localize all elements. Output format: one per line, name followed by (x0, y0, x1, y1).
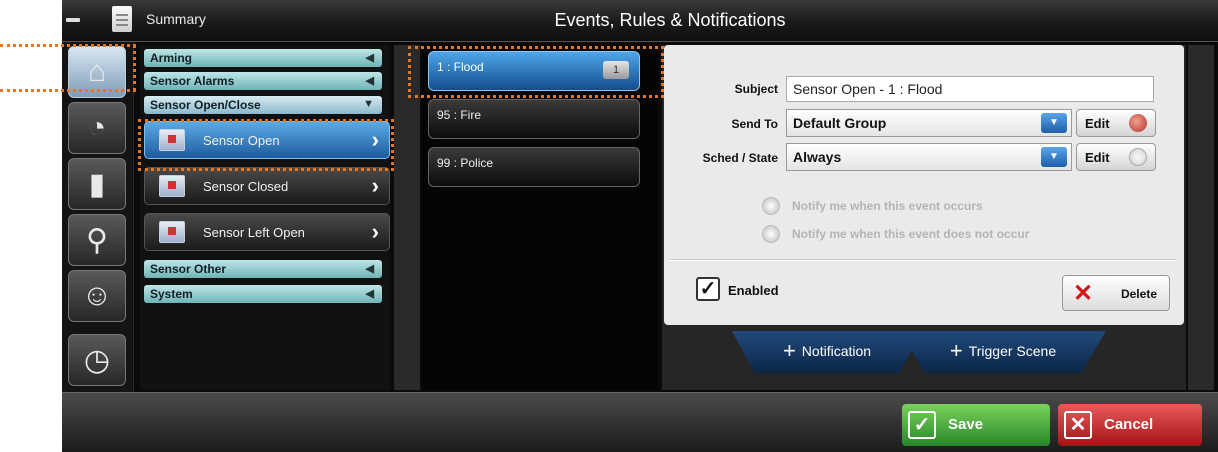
subject-field[interactable]: Sensor Open - 1 : Flood (786, 76, 1154, 102)
detail-scrollbar[interactable] (1188, 45, 1214, 390)
user-tools-icon[interactable]: ☺ (68, 270, 126, 322)
enabled-checkbox[interactable]: ✓ (696, 277, 720, 301)
subitem-sensor-left-open[interactable]: Sensor Left Open › (144, 213, 390, 251)
edit-label: Edit (1085, 116, 1110, 131)
chevron-right-icon: › (371, 173, 379, 198)
category-label: Sensor Other (150, 262, 227, 276)
edit-send-to-button[interactable]: Edit (1076, 109, 1156, 137)
divider (670, 259, 1176, 261)
category-label: Sensor Alarms (150, 74, 235, 88)
sched-state-label: Sched / State (702, 151, 778, 165)
delete-x-icon: ✕ (1073, 280, 1094, 307)
sensor-closed-icon (159, 175, 185, 197)
dropdown-arrow-icon[interactable]: ▼ (1041, 147, 1067, 167)
collapse-arrow-icon: ◀ (365, 52, 374, 64)
dropdown-arrow-icon[interactable]: ▼ (1041, 113, 1067, 133)
enabled-label: Enabled (728, 283, 779, 298)
category-sensor-other[interactable]: Sensor Other ◀ (144, 260, 382, 278)
send-to-label: Send To (731, 117, 778, 131)
category-label: Arming (150, 51, 192, 65)
close-icon: ✕ (1064, 411, 1092, 439)
expand-arrow-icon: ▼ (363, 98, 374, 110)
event-item-fire[interactable]: 95 : Fire (428, 99, 640, 139)
subitem-label: Sensor Left Open (203, 225, 305, 240)
category-sensor-alarms[interactable]: Sensor Alarms ◀ (144, 72, 382, 90)
page-title: Events, Rules & Notifications (554, 10, 786, 30)
delete-button[interactable]: ✕ Delete (1062, 275, 1170, 311)
sched-state-value: Always (793, 149, 842, 165)
light-switch-icon[interactable]: ▮ (68, 158, 126, 210)
radio-icon (762, 225, 780, 243)
category-sensor-open-close[interactable]: Sensor Open/Close ▼ (144, 96, 382, 114)
highlight-flood-event (408, 46, 664, 98)
edit-sched-button[interactable]: Edit (1076, 143, 1156, 171)
sched-state-select[interactable]: Always ▼ (786, 143, 1072, 171)
event-label: 95 : Fire (437, 108, 482, 122)
category-label: Sensor Open/Close (150, 98, 261, 112)
send-to-value: Default Group (793, 115, 887, 131)
plus-icon: + (949, 338, 963, 363)
tab-label: Notification (801, 343, 872, 359)
category-arming[interactable]: Arming ◀ (144, 49, 382, 67)
event-item-police[interactable]: 99 : Police (428, 147, 640, 187)
subitem-sensor-closed[interactable]: Sensor Closed › (144, 167, 390, 205)
radio-label: Notify me when this event occurs (792, 199, 983, 213)
rule-detail-form: Subject Sensor Open - 1 : Flood Send To … (664, 45, 1184, 325)
nav-icon-bar: ⌂ ◔ ▮ ⚲ ☺ ◷ (62, 42, 134, 392)
check-icon: ✓ (908, 411, 936, 439)
subitem-label: Sensor Closed (203, 179, 289, 194)
tab-notification[interactable]: + Notification (732, 331, 922, 373)
collapse-arrow-icon: ◀ (365, 288, 374, 300)
plus-icon: + (782, 338, 796, 363)
category-system[interactable]: System ◀ (144, 285, 382, 303)
camera-icon[interactable]: ◔ (68, 102, 126, 154)
cancel-label: Cancel (1104, 416, 1154, 433)
detail-area: Subject Sensor Open - 1 : Flood Send To … (662, 45, 1186, 390)
chevron-right-icon: › (371, 219, 379, 244)
highlight-sensor-open (138, 119, 394, 171)
bottom-bar: ✓ Save ✕ Cancel (62, 392, 1218, 452)
group-icon (1129, 114, 1147, 132)
category-label: System (150, 287, 193, 301)
delete-label: Delete (1120, 287, 1157, 301)
radio-icon (762, 197, 780, 215)
radio-label: Notify me when this event does not occur (792, 227, 1030, 241)
stopwatch-icon[interactable]: ◷ (68, 334, 126, 386)
sensor-left-open-icon (159, 221, 185, 243)
category-panel: Arming ◀ Sensor Alarms ◀ Sensor Open/Clo… (140, 45, 390, 390)
title-bar: Summary Events, Rules & Notifications (62, 0, 1218, 42)
collapse-arrow-icon: ◀ (365, 75, 374, 87)
event-label: 99 : Police (437, 156, 494, 170)
collapse-arrow-icon: ◀ (365, 263, 374, 275)
highlight-nav-home (0, 44, 136, 92)
tab-trigger-scene[interactable]: + Trigger Scene (900, 331, 1106, 373)
cancel-button[interactable]: ✕ Cancel (1058, 404, 1202, 446)
save-button[interactable]: ✓ Save (902, 404, 1050, 446)
map-pin-icon[interactable]: ⚲ (68, 214, 126, 266)
edit-label: Edit (1085, 150, 1110, 165)
send-to-select[interactable]: Default Group ▼ (786, 109, 1072, 137)
save-label: Save (948, 416, 984, 433)
clock-icon (1129, 148, 1147, 166)
tab-label: Trigger Scene (968, 343, 1057, 359)
subject-label: Subject (734, 82, 778, 96)
